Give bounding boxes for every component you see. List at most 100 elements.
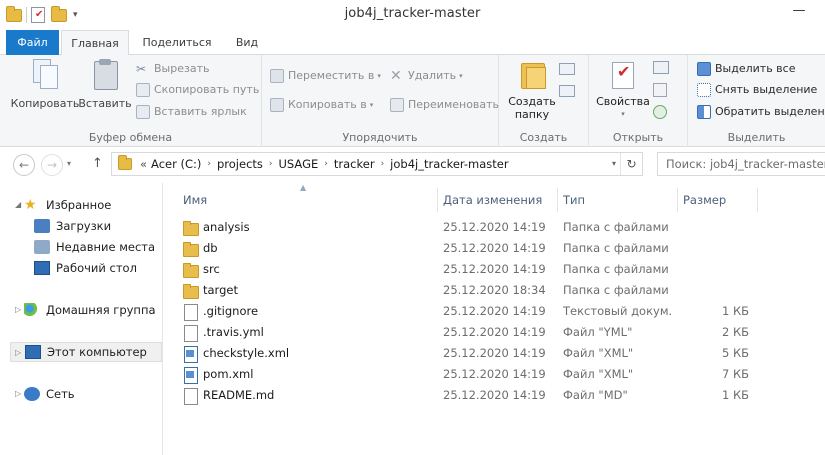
file-row[interactable]: target 25.12.2020 18:34 Папка с файлами	[163, 280, 825, 301]
collapse-caret-icon[interactable]: ◢	[15, 195, 21, 215]
file-name-cell[interactable]: .gitignore	[183, 301, 433, 322]
copy-button[interactable]: Копировать	[10, 59, 80, 110]
select-all-icon	[697, 62, 711, 76]
expand-caret-icon[interactable]: ▷	[15, 343, 21, 363]
chevron-right-icon[interactable]: ›	[324, 159, 328, 169]
file-name-cell[interactable]: src	[183, 259, 433, 280]
file-date: 25.12.2020 14:19	[443, 325, 546, 339]
file-row[interactable]: pom.xml 25.12.2020 14:19 Файл "XML" 7 КБ	[163, 364, 825, 385]
rename-button[interactable]: Переименовать	[390, 95, 499, 115]
file-name-cell[interactable]: analysis	[183, 217, 433, 238]
folder-icon	[183, 241, 199, 257]
search-input[interactable]: Поиск: job4j_tracker-master	[657, 152, 825, 176]
paste-shortcut-button[interactable]: Вставить ярлык	[136, 102, 247, 122]
copy-path-label: Скопировать путь	[154, 83, 260, 96]
expand-caret-icon[interactable]: ▷	[15, 384, 21, 404]
move-to-button[interactable]: Переместить в ▾	[270, 66, 381, 86]
select-none-button[interactable]: Снять выделение	[697, 80, 817, 100]
file-row[interactable]: src 25.12.2020 14:19 Папка с файлами	[163, 259, 825, 280]
column-header-date[interactable]: Дата изменения	[437, 191, 557, 209]
cut-label: Вырезать	[154, 62, 210, 75]
file-row[interactable]: README.md 25.12.2020 14:19 Файл "MD" 1 КБ	[163, 385, 825, 406]
file-name-cell[interactable]: target	[183, 280, 433, 301]
file-size	[678, 259, 749, 280]
nav-this-pc[interactable]: ▷ Этот компьютер	[10, 342, 162, 362]
breadcrumb-current[interactable]: job4j_tracker-master	[390, 157, 508, 171]
address-dropdown-icon[interactable]: ▾	[612, 159, 616, 168]
tab-share[interactable]: Поделиться	[133, 30, 221, 55]
paste-icon	[92, 59, 118, 90]
xml-file-icon	[183, 366, 198, 384]
chevron-right-icon[interactable]: ›	[207, 159, 211, 169]
recent-locations-dropdown-icon[interactable]: ▾	[67, 159, 71, 168]
nav-recent[interactable]: Недавние места	[34, 237, 155, 257]
file-name-cell[interactable]: db	[183, 238, 433, 259]
copy-path-button[interactable]: Скопировать путь	[136, 80, 259, 100]
nav-favorites-label: Избранное	[46, 198, 112, 212]
new-item-icon[interactable]	[559, 63, 575, 75]
refresh-icon[interactable]: ↻	[620, 153, 642, 175]
breadcrumb-projects[interactable]: projects	[217, 157, 263, 171]
nav-favorites[interactable]: ◢ ★ Избранное	[15, 195, 112, 215]
file-size	[678, 217, 749, 238]
text-file-icon	[183, 303, 198, 321]
paste-button[interactable]: Вставить	[78, 59, 132, 110]
copy-path-icon	[136, 83, 150, 97]
select-none-icon	[697, 83, 711, 97]
nav-desktop[interactable]: Рабочий стол	[34, 258, 137, 278]
tab-view[interactable]: Вид	[224, 30, 270, 55]
column-divider[interactable]	[757, 188, 758, 212]
up-button[interactable]: ↑	[92, 156, 103, 171]
dropdown-arrow-icon: ▾	[621, 110, 625, 118]
column-header-type[interactable]: Тип	[557, 191, 677, 209]
edit-icon[interactable]	[653, 83, 667, 97]
dropdown-arrow-icon: ▾	[369, 101, 374, 109]
column-header-name[interactable]: Имя	[177, 191, 437, 209]
nav-downloads[interactable]: Загрузки	[34, 216, 111, 236]
file-name-cell[interactable]: pom.xml	[183, 364, 433, 385]
file-row[interactable]: .travis.yml 25.12.2020 14:19 Файл "YML" 2 К…	[163, 322, 825, 343]
file-row[interactable]: .gitignore 25.12.2020 14:19 Текстовый доку…	[163, 301, 825, 322]
file-name-cell[interactable]: checkstyle.xml	[183, 343, 433, 364]
tab-file[interactable]: Файл	[6, 30, 59, 55]
forward-button[interactable]: →	[41, 154, 63, 176]
folder-icon	[183, 262, 199, 278]
easy-access-icon[interactable]	[559, 85, 575, 97]
clipboard-group-label: Буфер обмена	[88, 131, 173, 144]
invert-selection-button[interactable]: Обратить выделение	[697, 102, 825, 122]
cut-button[interactable]: ✂ Вырезать	[136, 59, 209, 79]
file-row[interactable]: checkstyle.xml 25.12.2020 14:19 Файл "XML"…	[163, 343, 825, 364]
select-all-button[interactable]: Выделить все	[697, 59, 795, 79]
back-button[interactable]: ←	[13, 154, 35, 176]
nav-homegroup[interactable]: ▷ Домашняя группа	[15, 300, 156, 320]
copy-to-button[interactable]: Копировать в ▾	[270, 95, 373, 115]
ribbon-tabs: Файл Главная Поделиться Вид	[0, 30, 825, 56]
file-name: src	[203, 262, 220, 276]
chevron-right-icon[interactable]: ›	[381, 159, 385, 169]
breadcrumb-acer[interactable]: Acer (C:)	[151, 157, 201, 171]
file-name-cell[interactable]: README.md	[183, 385, 433, 406]
address-overflow[interactable]: «	[140, 157, 147, 171]
file-row[interactable]: analysis 25.12.2020 14:19 Папка с файлами	[163, 217, 825, 238]
column-header-size[interactable]: Размер	[677, 191, 757, 209]
nav-network[interactable]: ▷ Сеть	[15, 384, 75, 404]
file-type: Папка с файлами	[563, 241, 669, 255]
copy-to-label: Копировать в	[288, 98, 367, 111]
delete-button[interactable]: ✕ Удалить ▾	[390, 66, 463, 86]
open-icon[interactable]	[653, 61, 669, 74]
expand-caret-icon[interactable]: ▷	[15, 300, 21, 320]
breadcrumb-usage[interactable]: USAGE	[279, 157, 319, 171]
address-bar[interactable]: « Acer (C:) › projects › USAGE › tracker…	[111, 152, 643, 176]
new-folder-button[interactable]: Создать папку	[507, 59, 557, 121]
chevron-right-icon[interactable]: ›	[269, 159, 273, 169]
tab-home[interactable]: Главная	[61, 30, 129, 56]
breadcrumb-tracker[interactable]: tracker	[334, 157, 375, 171]
new-group: Создать папку Создать	[499, 55, 589, 147]
file-name-cell[interactable]: .travis.yml	[183, 322, 433, 343]
paste-shortcut-icon	[136, 105, 150, 119]
properties-button[interactable]: Свойства ▾	[595, 59, 651, 121]
minimize-button[interactable]: —	[788, 2, 810, 22]
file-row[interactable]: db 25.12.2020 14:19 Папка с файлами	[163, 238, 825, 259]
history-icon[interactable]	[653, 105, 667, 119]
delete-x-icon: ✕	[390, 68, 402, 84]
